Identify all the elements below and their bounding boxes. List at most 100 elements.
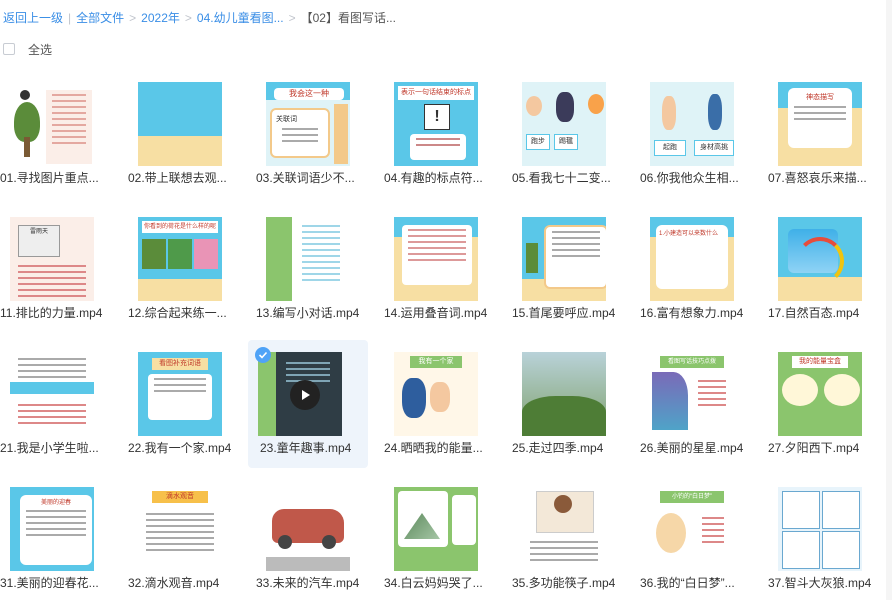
breadcrumb: 返回上一级 | 全部文件 >2022年 >04.幼儿童看图... > 【02】看图写话... [3, 9, 396, 27]
separator: | [68, 11, 72, 25]
file-thumbnail[interactable]: 看图补充词语 [138, 352, 222, 436]
file-tile[interactable]: 看图写话技巧点拨 26.美丽的星星.mp4 [640, 340, 760, 468]
select-all-checkbox[interactable] [3, 43, 15, 55]
file-name[interactable]: 05.看我七十二变... [512, 169, 640, 187]
file-thumbnail[interactable]: 1.小建造可以来数什么 [650, 217, 734, 301]
back-link[interactable]: 返回上一级 [3, 11, 63, 25]
file-thumbnail[interactable] [778, 217, 862, 301]
file-thumbnail[interactable]: 你看到的荷花是什么样的呢 [138, 217, 222, 301]
check-icon[interactable] [255, 347, 271, 363]
file-name[interactable]: 15.首尾要呼应.mp4 [512, 304, 640, 322]
file-tile[interactable]: 我有一个家 24.晒晒我的能量... [384, 340, 504, 468]
file-tile[interactable]: 21.我是小学生啦... [0, 340, 120, 468]
file-name[interactable]: 16.富有想象力.mp4 [640, 304, 768, 322]
file-name[interactable]: 03.关联词语少不... [256, 169, 384, 187]
file-thumbnail[interactable] [10, 352, 94, 436]
file-grid: 01.寻找图片重点... 02.带上联想去观... 我会这一种 关联词 03.关联词语少… [0, 70, 892, 600]
file-tile[interactable]: 起跑 身材高挑 06.你我他众生相... [640, 70, 760, 198]
file-tile[interactable]: 跑步 踢毽 05.看我七十二变... [512, 70, 632, 198]
file-name[interactable]: 26.美丽的星星.mp4 [640, 439, 768, 457]
file-thumbnail[interactable] [394, 487, 478, 571]
file-name[interactable]: 25.走过四季.mp4 [512, 439, 640, 457]
file-name[interactable]: 32.滴水观音.mp4 [128, 574, 256, 592]
file-thumbnail[interactable] [394, 217, 478, 301]
select-all[interactable]: 全选 [3, 40, 52, 58]
file-tile[interactable]: 23.童年趣事.mp4 [248, 340, 368, 468]
file-tile[interactable]: 你看到的荷花是什么样的呢 12.综合起来练一... [128, 205, 248, 333]
file-thumbnail[interactable] [522, 487, 606, 571]
file-name[interactable]: 12.综合起来练一... [128, 304, 256, 322]
breadcrumb-current: 【02】看图写话... [300, 11, 396, 25]
file-tile[interactable]: 15.首尾要呼应.mp4 [512, 205, 632, 333]
file-thumbnail[interactable]: 小钓的“白日梦” [650, 487, 734, 571]
file-thumbnail[interactable]: 滴水观音 [138, 487, 222, 571]
file-thumbnail[interactable]: 表示一句话结束的标点! [394, 82, 478, 166]
breadcrumb-item-2022[interactable]: 2022年 [141, 11, 180, 25]
file-name[interactable]: 01.寻找图片重点... [0, 169, 128, 187]
file-thumbnail[interactable]: 我会这一种 关联词 [266, 82, 350, 166]
file-name[interactable]: 27.夕阳西下.mp4 [768, 439, 892, 457]
file-tile[interactable]: 美丽的迎春 31.美丽的迎春花... [0, 475, 120, 603]
file-name[interactable]: 22.我有一个家.mp4 [128, 439, 256, 457]
file-name[interactable]: 21.我是小学生啦... [0, 439, 128, 457]
file-thumbnail[interactable] [522, 352, 606, 436]
file-name[interactable]: 35.多功能筷子.mp4 [512, 574, 640, 592]
file-name[interactable]: 07.喜怒哀乐来描... [768, 169, 892, 187]
chevron-right-icon: > [288, 11, 296, 25]
file-tile[interactable]: 滴水观音 32.滴水观音.mp4 [128, 475, 248, 603]
breadcrumb-item-folder[interactable]: 04.幼儿童看图... [197, 11, 284, 25]
file-name[interactable]: 02.带上联想去观... [128, 169, 256, 187]
file-thumbnail[interactable]: 我有一个家 [394, 352, 478, 436]
file-tile[interactable]: 我会这一种 关联词 03.关联词语少不... [256, 70, 376, 198]
file-name[interactable]: 33.未来的汽车.mp4 [256, 574, 384, 592]
file-name[interactable]: 14.运用叠音词.mp4 [384, 304, 512, 322]
file-tile[interactable]: 看图补充词语 22.我有一个家.mp4 [128, 340, 248, 468]
file-tile[interactable]: 雷雨天 11.排比的力量.mp4 [0, 205, 120, 333]
file-tile[interactable]: 14.运用叠音词.mp4 [384, 205, 504, 333]
file-thumbnail[interactable] [10, 82, 94, 166]
file-thumbnail[interactable]: 起跑 身材高挑 [650, 82, 734, 166]
file-name[interactable]: 37.智斗大灰狼.mp4 [768, 574, 892, 592]
file-name[interactable]: 04.有趣的标点符... [384, 169, 512, 187]
file-name[interactable]: 36.我的“白日梦”... [640, 574, 768, 592]
file-tile[interactable]: 01.寻找图片重点... [0, 70, 120, 198]
file-thumbnail[interactable] [522, 217, 606, 301]
file-tile[interactable]: 35.多功能筷子.mp4 [512, 475, 632, 603]
file-tile[interactable]: 1.小建造可以来数什么 16.富有想象力.mp4 [640, 205, 760, 333]
file-thumbnail[interactable] [266, 217, 350, 301]
file-thumbnail[interactable] [138, 82, 222, 166]
scrollbar-track[interactable] [886, 0, 892, 600]
file-name[interactable]: 06.你我他众生相... [640, 169, 768, 187]
file-tile[interactable]: 小钓的“白日梦” 36.我的“白日梦”... [640, 475, 760, 603]
chevron-right-icon: > [129, 11, 137, 25]
file-thumbnail[interactable] [258, 352, 342, 436]
file-tile[interactable]: 表示一句话结束的标点! 04.有趣的标点符... [384, 70, 504, 198]
file-tile[interactable]: 17.自然百态.mp4 [768, 205, 888, 333]
file-thumbnail[interactable]: 神态描写 [778, 82, 862, 166]
file-tile[interactable]: 13.编写小对话.mp4 [256, 205, 376, 333]
file-thumbnail[interactable]: 跑步 踢毽 [522, 82, 606, 166]
file-thumbnail[interactable]: 看图写话技巧点拨 [650, 352, 734, 436]
file-name[interactable]: 24.晒晒我的能量... [384, 439, 512, 457]
file-name[interactable]: 34.白云妈妈哭了... [384, 574, 512, 592]
file-tile[interactable]: 02.带上联想去观... [128, 70, 248, 198]
file-thumbnail[interactable]: 我的能量宝盒 [778, 352, 862, 436]
file-name[interactable]: 13.编写小对话.mp4 [256, 304, 384, 322]
breadcrumb-item-all-files[interactable]: 全部文件 [76, 11, 124, 25]
chevron-right-icon: > [184, 11, 192, 25]
file-tile[interactable]: 25.走过四季.mp4 [512, 340, 632, 468]
file-thumbnail[interactable]: 雷雨天 [10, 217, 94, 301]
file-thumbnail[interactable]: 美丽的迎春 [10, 487, 94, 571]
play-icon[interactable] [290, 380, 320, 410]
file-name[interactable]: 11.排比的力量.mp4 [0, 304, 128, 322]
file-tile[interactable]: 33.未来的汽车.mp4 [256, 475, 376, 603]
file-tile[interactable]: 34.白云妈妈哭了... [384, 475, 504, 603]
file-thumbnail[interactable] [778, 487, 862, 571]
file-name[interactable]: 31.美丽的迎春花... [0, 574, 128, 592]
file-tile[interactable]: 我的能量宝盒 27.夕阳西下.mp4 [768, 340, 888, 468]
file-thumbnail[interactable] [266, 487, 350, 571]
file-name[interactable]: 17.自然百态.mp4 [768, 304, 892, 322]
file-tile[interactable]: 神态描写 07.喜怒哀乐来描... [768, 70, 888, 198]
file-name[interactable]: 23.童年趣事.mp4 [260, 439, 388, 457]
file-tile[interactable]: 37.智斗大灰狼.mp4 [768, 475, 888, 603]
